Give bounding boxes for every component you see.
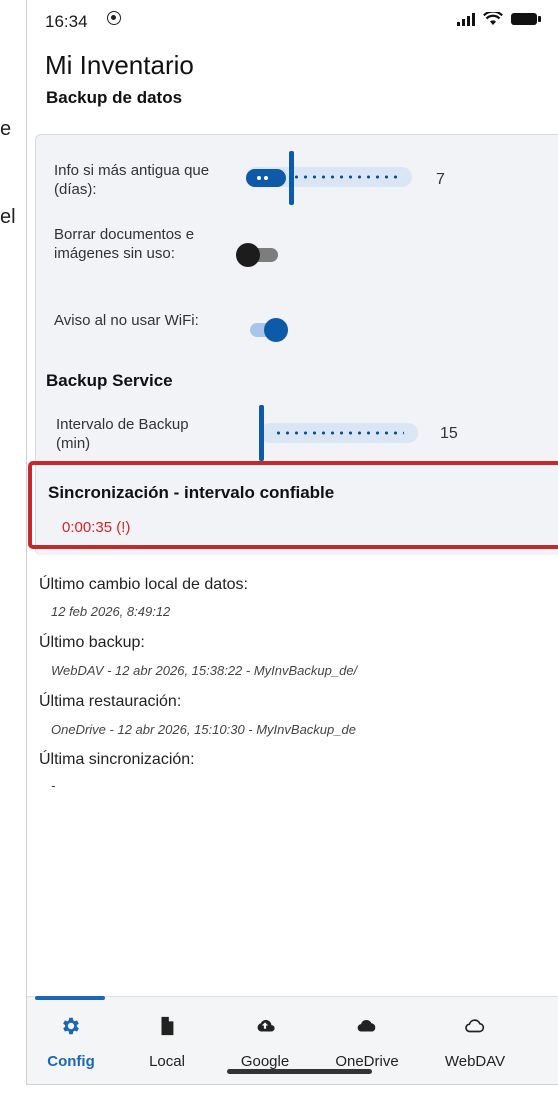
nav-label-onedrive: OneDrive	[335, 1053, 399, 1070]
page-subtitle: Backup de datos	[46, 88, 183, 107]
nav-tab-config[interactable]: Config	[27, 997, 121, 1084]
backup-interval-value: 15	[440, 425, 458, 442]
nav-label-google: Google	[240, 1053, 290, 1070]
screen-record-icon	[107, 11, 121, 25]
onedrive-cloud-icon	[357, 1019, 376, 1032]
signal-icon	[457, 12, 475, 26]
sync-title: Sincronización - intervalo confiable	[48, 483, 335, 502]
phone-screen: 16:34 Mi Inventario Backup de datos Info…	[26, 0, 558, 1085]
file-icon	[161, 1016, 174, 1036]
last-local-change-value: 12 feb 2026, 8:49:12	[51, 604, 171, 619]
nav-label-local: Local	[149, 1053, 185, 1070]
home-indicator[interactable]	[227, 1069, 372, 1074]
cloud-outline-icon	[465, 1019, 485, 1033]
last-backup-value: WebDAV - 12 abr 2026, 15:38:22 - MyInvBa…	[51, 663, 358, 678]
last-restore-label: Última restauración:	[39, 693, 182, 710]
nav-tab-local[interactable]: Local	[117, 997, 217, 1084]
slider-handle[interactable]	[259, 405, 264, 461]
app-title: Mi Inventario	[45, 50, 194, 80]
battery-icon	[511, 13, 541, 25]
sync-interval-value: 0:00:35 (!)	[62, 519, 131, 536]
wifi-warning-label: Aviso al no usar WiFi:	[54, 312, 199, 329]
last-restore-value: OneDrive - 12 abr 2026, 15:10:30 - MyInv…	[51, 722, 356, 737]
delete-unused-label: Borrar documentos e imágenes sin uso:	[54, 226, 195, 262]
sync-highlight-box: Sincronización - intervalo confiable 0:0…	[28, 461, 558, 549]
last-backup-label: Último backup:	[39, 634, 145, 651]
slider-ticks	[292, 175, 398, 179]
cloud-upload-icon	[257, 1019, 275, 1032]
last-local-change-label: Último cambio local de datos:	[39, 576, 248, 593]
backup-interval-label: Intervalo de Backup (min)	[56, 416, 189, 452]
nav-label-config: Config	[47, 1053, 95, 1070]
settings-card: Info si más antigua que (días): 7 Borrar…	[28, 134, 558, 555]
last-sync-label: Última sincronización:	[39, 751, 195, 768]
slider-track	[260, 423, 418, 443]
info-older-value: 7	[436, 171, 445, 188]
gear-icon	[63, 1017, 79, 1035]
backup-service-title: Backup Service	[46, 371, 173, 390]
info-older-label: Info si más antigua que (días):	[54, 162, 210, 198]
last-sync-value: -	[51, 778, 56, 793]
cut-off-text-1: e	[0, 118, 12, 140]
slider-active-range	[246, 169, 286, 187]
toggle-thumb	[236, 243, 260, 267]
toggle-thumb	[264, 318, 288, 342]
slider-ticks	[274, 431, 404, 435]
wifi-icon	[483, 12, 503, 25]
nav-label-webdav: WebDAV	[444, 1053, 506, 1070]
status-time: 16:34	[45, 12, 88, 31]
cut-off-text-2: el	[0, 206, 16, 228]
status-icons	[457, 12, 541, 26]
slider-handle[interactable]	[289, 151, 294, 205]
nav-tab-webdav[interactable]: WebDAV	[425, 997, 525, 1084]
